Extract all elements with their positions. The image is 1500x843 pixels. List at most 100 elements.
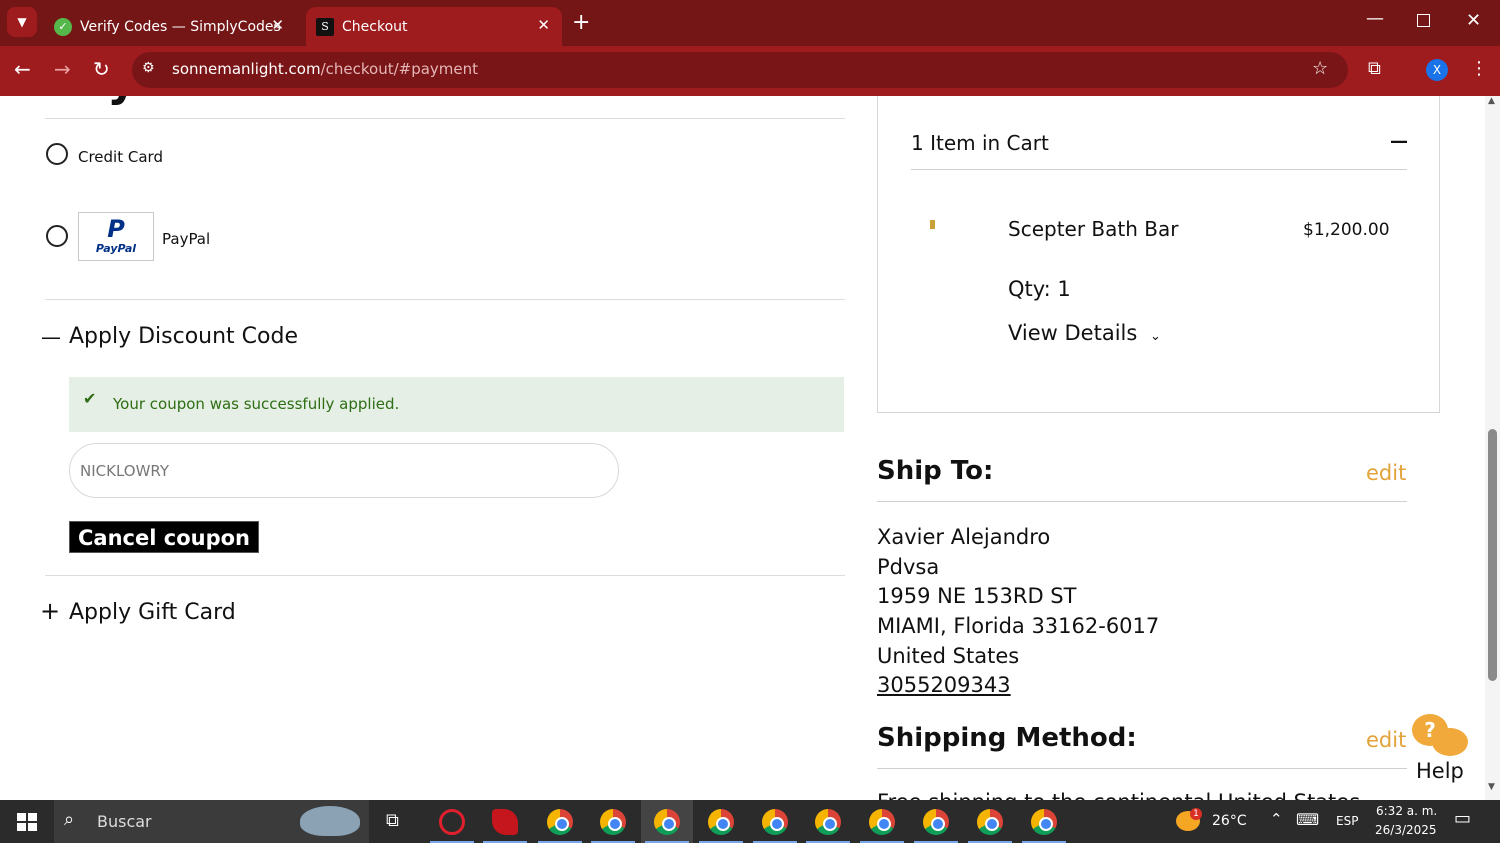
checkmark-icon: ✔ [83, 389, 97, 408]
scroll-up-icon[interactable]: ▲ [1488, 96, 1495, 106]
chrome-profile-icon[interactable] [1031, 809, 1057, 835]
product-name[interactable]: Scepter Bath Bar [1008, 217, 1178, 241]
divider [877, 501, 1407, 502]
success-text: Your coupon was successfully applied. [113, 395, 400, 413]
sonneman-favicon-icon: S [316, 17, 334, 36]
page-scrollbar[interactable]: ▲ ▼ [1485, 96, 1500, 800]
browser-tab-bar: ▼ ✓ Verify Codes — SimplyCodes ✕ S Check… [0, 0, 1500, 46]
tab-checkout[interactable]: S Checkout ✕ [306, 7, 562, 46]
divider [45, 118, 845, 119]
forward-arrow-icon[interactable]: → [54, 57, 71, 81]
new-tab-button[interactable]: + [572, 10, 590, 35]
paypal-radio[interactable] [46, 225, 68, 247]
red-app-icon[interactable] [492, 809, 518, 835]
simplycodes-favicon-icon: ✓ [54, 17, 72, 36]
coupon-success-message: ✔ Your coupon was successfully applied. [69, 377, 844, 432]
product-qty: Qty: 1 [1008, 277, 1071, 301]
clock-time[interactable]: 6:32 a. m. [1376, 804, 1437, 818]
gift-card-toggle-icon[interactable]: + [40, 597, 60, 625]
cancel-coupon-button[interactable]: Cancel coupon [69, 521, 259, 553]
divider [45, 575, 845, 576]
site-info-icon[interactable]: ⚙ [142, 60, 155, 76]
chevron-down-icon: ▼ [17, 15, 27, 29]
search-placeholder: Buscar [97, 812, 152, 831]
chrome-profile-icon[interactable] [600, 809, 626, 835]
help-bubble-back-icon [1432, 728, 1468, 756]
credit-card-radio[interactable] [46, 143, 68, 165]
browser-menu-icon[interactable]: ⋮ [1470, 58, 1488, 79]
divider [877, 768, 1407, 769]
address-country: United States [877, 644, 1020, 668]
taskbar-search-box[interactable]: ⌕ Buscar [54, 800, 369, 843]
apply-gift-card-title[interactable]: Apply Gift Card [69, 600, 236, 625]
credit-card-label[interactable]: Credit Card [78, 148, 163, 166]
clock-date[interactable]: 26/3/2025 [1375, 823, 1437, 837]
close-tab-icon[interactable]: ✕ [271, 16, 284, 34]
browser-toolbar: ← → ↻ ⚙ sonnemanlight.com/checkout/#paym… [0, 46, 1500, 96]
chrome-active-icon[interactable] [654, 809, 680, 835]
minimize-icon: — [1366, 8, 1384, 29]
help-label: Help [1416, 759, 1464, 783]
payment-method-heading: Payment Method [45, 96, 483, 106]
address-bar[interactable]: ⚙ sonnemanlight.com/checkout/#payment ☆ [132, 52, 1348, 88]
discount-code-input[interactable]: NICKLOWRY [69, 443, 619, 498]
tab-verify-codes[interactable]: ✓ Verify Codes — SimplyCodes ✕ [44, 7, 296, 46]
tab-title: Checkout [342, 18, 408, 35]
language-indicator[interactable]: ESP [1336, 814, 1358, 828]
opera-icon[interactable] [439, 809, 465, 835]
plus-icon: + [572, 10, 591, 35]
address-street: 1959 NE 153RD ST [877, 584, 1077, 608]
bookmark-star-icon[interactable]: ☆ [1312, 58, 1328, 79]
windows-start-icon[interactable] [17, 813, 37, 831]
restore-window-button[interactable] [1417, 14, 1430, 27]
task-view-icon[interactable]: ⧉ [386, 810, 399, 831]
chrome-profile-icon[interactable] [708, 809, 734, 835]
shipping-method-edit-link[interactable]: edit [1366, 728, 1406, 752]
apply-discount-code-title[interactable]: Apply Discount Code [69, 324, 298, 349]
discount-toggle-icon[interactable]: — [41, 325, 61, 349]
search-icon: ⌕ [64, 809, 75, 830]
tab-list-dropdown-button[interactable]: ▼ [7, 7, 37, 37]
shipping-method-text: Free shipping to the continental United … [877, 790, 1360, 800]
show-hidden-icons-chevron-icon[interactable]: ⌃ [1270, 810, 1283, 828]
cart-collapse-icon[interactable]: — [1390, 131, 1408, 152]
chrome-profile-icon[interactable] [977, 809, 1003, 835]
keyboard-icon[interactable]: ⌨ [1296, 810, 1319, 829]
cart-summary-box: 1 Item in Cart — Scepter Bath Bar $1,200… [877, 96, 1440, 413]
weather-widget[interactable]: 1 26°C [1176, 808, 1251, 836]
divider [911, 169, 1407, 170]
close-window-button[interactable]: ✕ [1466, 10, 1481, 31]
profile-avatar[interactable]: X [1426, 59, 1448, 81]
extensions-puzzle-icon[interactable]: ⧉ [1368, 58, 1381, 79]
ship-to-edit-link[interactable]: edit [1366, 461, 1406, 485]
paypal-label[interactable]: PayPal [162, 230, 210, 248]
checkout-page: Payment Method Credit Card P PayPal PayP… [0, 96, 1485, 800]
minimize-window-button[interactable]: — [1366, 8, 1384, 29]
back-arrow-icon[interactable]: ← [14, 57, 31, 81]
help-widget[interactable]: ? Help [1408, 714, 1474, 784]
view-details-toggle[interactable]: View Details ⌄ [1008, 321, 1161, 345]
view-details-label: View Details [1008, 321, 1138, 345]
address-city: MIAMI, Florida 33162-6017 [877, 614, 1160, 638]
chrome-profile-icon[interactable] [869, 809, 895, 835]
chrome-profile-icon[interactable] [815, 809, 841, 835]
chrome-profile-icon[interactable] [547, 809, 573, 835]
manatee-search-highlight-icon [300, 806, 360, 836]
shipping-method-title: Shipping Method: [877, 723, 1137, 753]
paypal-p-icon: P [107, 215, 125, 243]
product-price: $1,200.00 [1303, 220, 1390, 240]
close-tab-icon[interactable]: ✕ [537, 16, 550, 34]
chevron-down-icon: ⌄ [1150, 329, 1161, 344]
url-host: sonnemanlight.com [172, 60, 321, 78]
scrollbar-thumb[interactable] [1488, 429, 1497, 681]
chrome-profile-icon[interactable] [923, 809, 949, 835]
address-phone-link[interactable]: 3055209343 [877, 673, 1011, 697]
notifications-icon[interactable]: ▭ [1454, 808, 1471, 829]
reload-icon[interactable]: ↻ [93, 57, 110, 81]
product-thumbnail [930, 220, 935, 229]
scroll-down-icon[interactable]: ▼ [1488, 782, 1495, 792]
weather-alert-badge: 1 [1190, 808, 1202, 820]
cart-item-count[interactable]: 1 Item in Cart [911, 131, 1049, 155]
chrome-profile-icon[interactable] [762, 809, 788, 835]
divider [45, 299, 845, 300]
